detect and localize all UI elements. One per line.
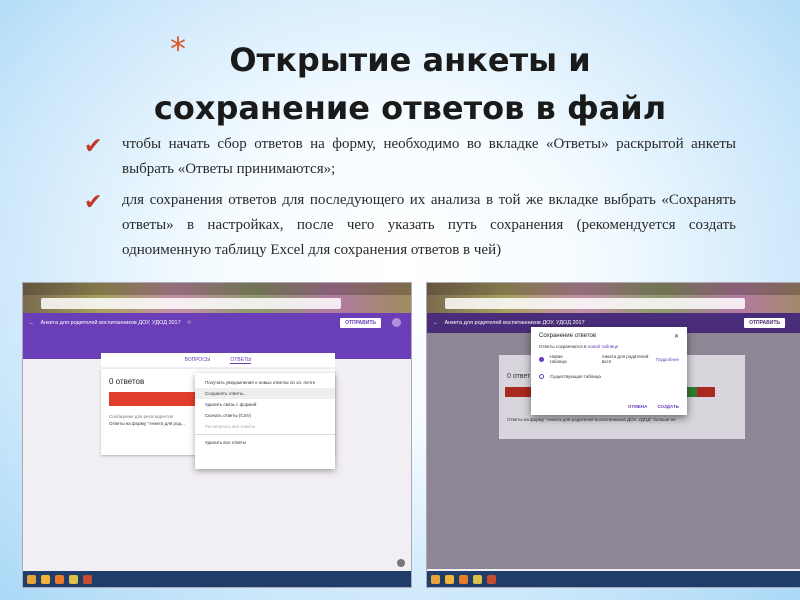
app-icon[interactable] <box>69 574 78 584</box>
menu-divider <box>195 434 335 435</box>
browser-icon[interactable] <box>55 574 64 584</box>
new-table-link[interactable]: новой таблице <box>588 344 619 349</box>
menu-item-notifications[interactable]: Получать уведомления о новых ответах по … <box>195 377 335 388</box>
browser-tabs <box>23 283 411 295</box>
taskbar <box>427 571 800 587</box>
radio-existing-table[interactable] <box>539 374 544 379</box>
menu-item-print[interactable]: Распечатать все ответы <box>195 421 335 432</box>
form-tabs: ВОПРОСЫ ОТВЕТЫ <box>101 353 335 367</box>
tab-answers[interactable]: ОТВЕТЫ <box>230 357 252 364</box>
taskbar <box>23 571 411 587</box>
send-button[interactable]: ОТПРАВИТЬ <box>744 318 785 328</box>
menu-item-download-csv[interactable]: Скачать ответы (CSV) <box>195 410 335 421</box>
table-name-value[interactable]: Анкета для родителей восп <box>602 354 650 364</box>
help-icon[interactable] <box>397 559 405 567</box>
check-icon: ✔ <box>84 190 103 215</box>
dialog-buttons: ОТМЕНА СОЗДАТЬ <box>628 404 679 409</box>
bullet-item: ✔ для сохранения ответов для последующег… <box>80 188 736 263</box>
start-icon[interactable] <box>27 574 36 584</box>
dialog-title: Сохранение ответов <box>539 333 597 339</box>
save-answers-dialog: Сохранение ответов ✕ Ответы сохраняются … <box>531 327 687 415</box>
avatar[interactable] <box>392 318 401 327</box>
close-icon[interactable]: ✕ <box>674 333 679 340</box>
slide-title: Открытие анкеты и сохранение ответов в ф… <box>60 36 760 132</box>
browser-chrome <box>427 283 800 313</box>
answers-count: 0 ответ <box>507 373 531 380</box>
menu-item-delete-all[interactable]: Удалить все ответы <box>195 437 335 448</box>
menu-item-unlink[interactable]: Удалить связь с формой <box>195 399 335 410</box>
address-bar[interactable] <box>41 298 341 309</box>
browser-icon[interactable] <box>459 574 468 584</box>
app-icon[interactable] <box>487 574 496 584</box>
message-text: Ответы на форму "Анкета для родителей во… <box>507 417 676 422</box>
bullet-text: чтобы начать сбор ответов на форму, необ… <box>122 136 736 177</box>
option-new-table[interactable]: Новая таблица Анкета для родителей восп … <box>539 354 679 364</box>
send-button[interactable]: ОТПРАВИТЬ <box>340 318 381 328</box>
answers-options-menu: Получать уведомления о новых ответах по … <box>195 373 335 469</box>
app-icon[interactable] <box>83 574 92 584</box>
folder-icon[interactable] <box>41 574 50 584</box>
start-icon[interactable] <box>431 574 440 584</box>
star-icon[interactable]: ☆ <box>187 320 192 326</box>
form-title: Анкета для родителей воспитанников ДОУ, … <box>40 320 181 326</box>
screenshot-answers-menu: ← Анкета для родителей воспитанников ДОУ… <box>22 282 412 588</box>
sheets-icon <box>687 387 697 397</box>
radio-new-table[interactable] <box>539 356 544 362</box>
bullet-list: ✔ чтобы начать сбор ответов на форму, не… <box>80 132 736 269</box>
bullet-text: для сохранения ответов для последующего … <box>122 192 736 258</box>
browser-tabs <box>427 283 800 295</box>
tab-questions[interactable]: ВОПРОСЫ <box>185 357 211 363</box>
title-line-1: Открытие анкеты и <box>229 41 591 79</box>
option-existing-table[interactable]: Существующая таблица <box>539 374 679 379</box>
check-icon: ✔ <box>84 134 103 159</box>
app-icon[interactable] <box>473 574 482 584</box>
address-bar[interactable] <box>445 298 745 309</box>
title-line-2: сохранение ответов в файл <box>153 89 667 127</box>
screenshot-save-dialog: ← Анкета для родителей воспитанников ДОУ… <box>426 282 800 588</box>
dialog-subtitle: Ответы сохраняются в новой таблице <box>539 344 619 349</box>
cancel-button[interactable]: ОТМЕНА <box>628 404 648 409</box>
create-button[interactable]: СОЗДАТЬ <box>657 404 679 409</box>
form-header: ← Анкета для родителей воспитанников ДОУ… <box>23 313 411 333</box>
bullet-item: ✔ чтобы начать сбор ответов на форму, не… <box>80 132 736 182</box>
back-arrow-icon[interactable]: ← <box>433 320 439 326</box>
menu-item-save-answers[interactable]: Сохранять ответы... <box>195 388 335 399</box>
folder-icon[interactable] <box>445 574 454 584</box>
learn-more-link[interactable]: Подробнее <box>656 357 679 362</box>
back-arrow-icon[interactable]: ← <box>29 320 35 326</box>
form-title: Анкета для родителей воспитанников ДОУ, … <box>444 320 585 326</box>
browser-chrome <box>23 283 411 313</box>
